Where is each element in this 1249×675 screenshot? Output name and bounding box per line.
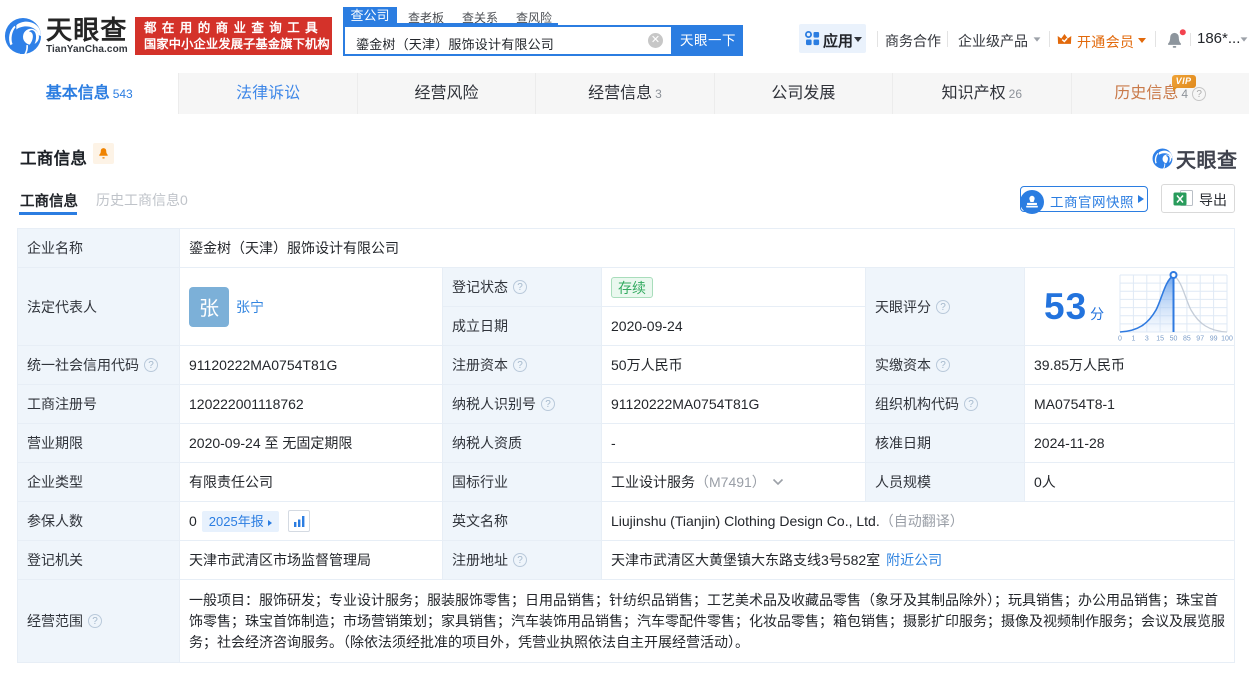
svg-text:15: 15 [1156, 335, 1164, 342]
svg-text:100: 100 [1221, 335, 1233, 342]
svg-text:1: 1 [1132, 335, 1136, 342]
svg-text:3: 3 [1145, 335, 1149, 342]
svg-text:0: 0 [1118, 335, 1122, 342]
svg-text:50: 50 [1170, 335, 1178, 342]
svg-text:85: 85 [1183, 335, 1191, 342]
svg-text:99: 99 [1210, 335, 1218, 342]
svg-text:97: 97 [1196, 335, 1204, 342]
